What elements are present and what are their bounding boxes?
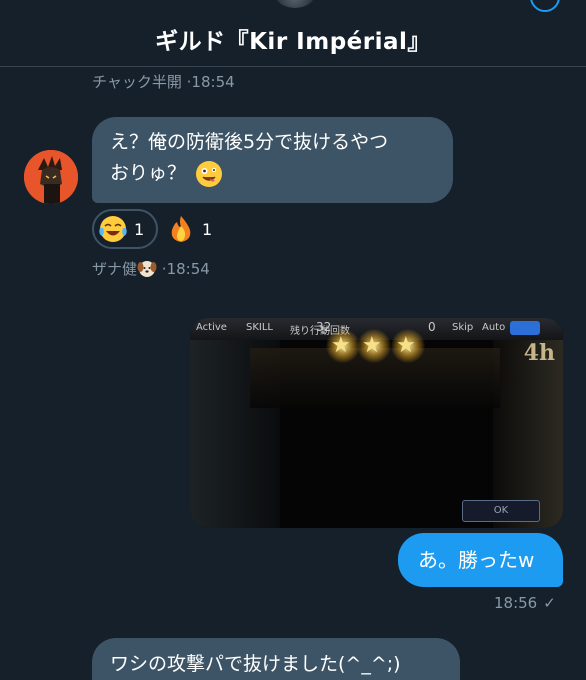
message-text-line-1: え？俺の防衛後5分で抜けるやつ bbox=[110, 131, 389, 153]
group-avatar[interactable] bbox=[275, 0, 315, 8]
hud-speed-pill bbox=[510, 321, 540, 335]
message-time: 18:54 bbox=[191, 73, 235, 91]
hud-skip-label: Skip bbox=[452, 322, 474, 333]
avatar[interactable] bbox=[24, 150, 78, 204]
reaction-tears-of-joy[interactable]: 1 bbox=[92, 209, 158, 249]
message-bubble-incoming[interactable]: ワシの攻撃パで抜けました(^_^;) bbox=[92, 638, 460, 680]
message-text-line-2: おりゅ？ bbox=[110, 162, 187, 184]
game-ok-button: OK bbox=[462, 500, 540, 522]
zany-face-emoji bbox=[196, 160, 223, 187]
avatar-image bbox=[24, 150, 78, 204]
reaction-count: 1 bbox=[134, 219, 145, 239]
conversation-header: ギルド『Kir Impérial』 bbox=[0, 0, 586, 67]
message-text: ワシの攻撃パで抜けました(^_^;) bbox=[110, 653, 401, 675]
sender-name: チャック半開 bbox=[92, 73, 182, 91]
dog-face-emoji bbox=[137, 258, 157, 278]
conversation-title[interactable]: ギルド『Kir Impérial』 bbox=[0, 22, 586, 56]
message-time: 18:56 bbox=[494, 594, 538, 612]
dm-conversation-screen: ギルド『Kir Impérial』 チャック半開 ·18:54 え？俺の防衛後5… bbox=[0, 0, 586, 680]
star-icon: ★ bbox=[331, 333, 351, 358]
star-icon: ★ bbox=[362, 333, 382, 358]
hud-auto-label: Auto bbox=[482, 322, 506, 333]
hud-count-value: 32 bbox=[316, 320, 332, 334]
star-icon: ★ bbox=[396, 333, 416, 358]
reaction-count: 1 bbox=[202, 219, 213, 239]
message-bubble-outgoing[interactable]: あ。勝ったw bbox=[398, 533, 563, 587]
image-attachment[interactable]: Active SKILL 残り行動回数 32 0 Skip Auto 4h ★ … bbox=[190, 318, 563, 528]
hud-zero-value: 0 bbox=[428, 320, 436, 334]
message-meta: チャック半開 ·18:54 bbox=[92, 73, 235, 91]
hud-skill-label: SKILL bbox=[246, 322, 273, 333]
message-meta: 18:56 ✓ bbox=[494, 594, 556, 612]
message-meta: ザナ健 ·18:54 bbox=[92, 258, 210, 278]
fire-emoji bbox=[166, 214, 196, 244]
hud-active-label: Active bbox=[196, 322, 227, 333]
reaction-fire[interactable]: 1 bbox=[166, 209, 226, 249]
message-bubble-incoming[interactable]: え？俺の防衛後5分で抜けるやつ おりゅ？ bbox=[92, 117, 453, 203]
tears-of-joy-emoji bbox=[98, 214, 128, 244]
message-time: 18:54 bbox=[166, 260, 210, 278]
sender-name: ザナ健 bbox=[92, 260, 138, 278]
info-icon[interactable] bbox=[530, 0, 560, 12]
hud-corner-text: 4h bbox=[523, 340, 555, 366]
checkmark-icon: ✓ bbox=[543, 594, 556, 612]
